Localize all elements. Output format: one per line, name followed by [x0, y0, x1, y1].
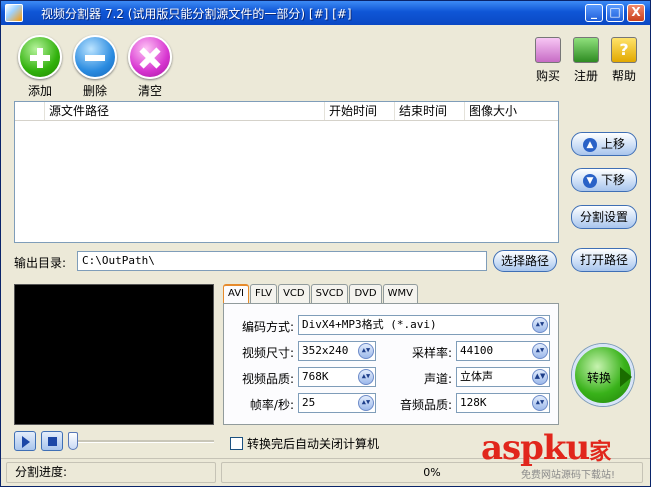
minimize-button[interactable]: _ [585, 4, 603, 22]
arrow-right-icon [620, 367, 632, 387]
auto-shutdown-label: 转换完后自动关闭计算机 [247, 437, 380, 451]
framerate-select[interactable]: 25 ▲▼ [298, 393, 376, 413]
help-label: 帮助 [611, 69, 636, 83]
app-icon [5, 4, 23, 22]
video-quality-select[interactable]: 768K ▲▼ [298, 367, 376, 387]
stop-icon [48, 437, 57, 446]
play-button[interactable] [14, 431, 36, 451]
tab-wmv[interactable]: WMV [382, 284, 418, 303]
tab-vcd[interactable]: VCD [278, 284, 310, 303]
tab-flv[interactable]: FLV [250, 284, 278, 303]
move-up-button[interactable]: ▲ 上移 [571, 132, 637, 156]
tab-dvd[interactable]: DVD [349, 284, 382, 303]
help-button[interactable]: ? 帮助 [607, 37, 641, 84]
dropdown-icon: ▲▼ [532, 369, 548, 385]
tab-svcd[interactable]: SVCD [310, 284, 349, 303]
auto-shutdown-checkbox[interactable]: 转换完后自动关闭计算机 [230, 435, 379, 452]
close-button[interactable]: X [627, 4, 645, 22]
encoding-label: 编码方式: [241, 320, 294, 334]
seek-slider-thumb[interactable] [68, 432, 78, 450]
maximize-button[interactable]: □ [606, 4, 624, 22]
convert-button[interactable]: 转换 [572, 344, 634, 406]
move-down-label: 下移 [600, 173, 625, 187]
video-preview [14, 284, 214, 425]
down-arrow-icon: ▼ [582, 173, 597, 188]
buy-button[interactable]: 购买 [531, 37, 565, 84]
delete-label: 删除 [82, 84, 107, 98]
column-header-size[interactable]: 图像大小 [465, 102, 535, 120]
plus-icon [18, 35, 62, 79]
column-header-end[interactable]: 结束时间 [395, 102, 465, 120]
video-size-label: 视频尺寸: [241, 346, 294, 360]
output-dir-label: 输出目录: [14, 256, 67, 270]
help-icon: ? [611, 37, 637, 63]
column-header-blank [15, 102, 45, 120]
column-header-source[interactable]: 源文件路径 [45, 102, 325, 120]
dropdown-icon: ▲▼ [532, 317, 548, 333]
column-header-start[interactable]: 开始时间 [325, 102, 395, 120]
watermark-brand-cn: 家 [589, 439, 611, 465]
open-path-button[interactable]: 打开路径 [571, 248, 637, 272]
move-up-label: 上移 [600, 137, 625, 151]
settings-panel: 编码方式: DivX4+MP3格式 (*.avi) ▲▼ 视频尺寸: 352x24… [223, 303, 559, 425]
buy-label: 购买 [535, 69, 560, 83]
register-button[interactable]: 注册 [569, 37, 603, 84]
register-label: 注册 [573, 69, 598, 83]
video-size-value: 352x240 [302, 344, 349, 357]
video-quality-label: 视频品质: [241, 372, 294, 386]
dropdown-icon: ▲▼ [532, 395, 548, 411]
checkbox-box[interactable] [230, 437, 243, 450]
dropdown-icon: ▲▼ [358, 395, 374, 411]
window-title: 视频分割器 7.2 (试用版只能分割源文件的一部分) [#] [#] [41, 6, 352, 21]
channel-label: 声道: [423, 372, 452, 386]
add-label: 添加 [27, 84, 52, 98]
sample-rate-select[interactable]: 44100 ▲▼ [456, 341, 550, 361]
audio-quality-label: 音频品质: [399, 398, 452, 412]
watermark-brand: aspku [481, 428, 590, 468]
sample-rate-value: 44100 [460, 344, 494, 357]
move-down-button[interactable]: ▼ 下移 [571, 168, 637, 192]
encoding-select[interactable]: DivX4+MP3格式 (*.avi) ▲▼ [298, 315, 550, 335]
play-icon [22, 436, 30, 448]
cart-icon [535, 37, 561, 63]
file-list-header: 源文件路径 开始时间 结束时间 图像大小 [15, 102, 558, 121]
video-size-select[interactable]: 352x240 ▲▼ [298, 341, 376, 361]
delete-button[interactable]: 删除 [70, 35, 120, 99]
encoding-value: DivX4+MP3格式 (*.avi) [302, 318, 437, 331]
add-button[interactable]: 添加 [15, 35, 65, 99]
convert-label: 转换 [586, 371, 611, 385]
format-tabs: AVI FLV VCD SVCD DVD WMV [223, 284, 419, 304]
split-progress-label: 分割进度: [6, 462, 216, 483]
key-icon [573, 37, 599, 63]
watermark-subtitle: 免费网站源码下载站! [521, 470, 616, 481]
x-icon [128, 35, 172, 79]
channel-select[interactable]: 立体声 ▲▼ [456, 367, 550, 387]
dropdown-icon: ▲▼ [532, 343, 548, 359]
framerate-value: 25 [302, 396, 316, 409]
audio-quality-value: 128K [460, 396, 487, 409]
title-bar[interactable]: 视频分割器 7.2 (试用版只能分割源文件的一部分) [#] [#] _ □ X [1, 1, 650, 25]
file-list[interactable]: 源文件路径 开始时间 结束时间 图像大小 [14, 101, 559, 243]
clear-label: 清空 [137, 84, 162, 98]
minus-icon [73, 35, 117, 79]
stop-button[interactable] [41, 431, 63, 451]
clear-button[interactable]: 清空 [125, 35, 175, 99]
sample-rate-label: 采样率: [411, 346, 452, 360]
dropdown-icon: ▲▼ [358, 369, 374, 385]
up-arrow-icon: ▲ [582, 137, 597, 152]
framerate-label: 帧率/秒: [249, 398, 294, 412]
audio-quality-select[interactable]: 128K ▲▼ [456, 393, 550, 413]
seek-track[interactable] [71, 440, 214, 443]
output-dir-field[interactable]: C:\OutPath\ [77, 251, 487, 271]
channel-value: 立体声 [460, 370, 493, 383]
choose-path-button[interactable]: 选择路径 [493, 250, 557, 272]
main-window: 视频分割器 7.2 (试用版只能分割源文件的一部分) [#] [#] _ □ X… [0, 0, 651, 487]
dropdown-icon: ▲▼ [358, 343, 374, 359]
tab-avi[interactable]: AVI [223, 284, 249, 304]
split-settings-button[interactable]: 分割设置 [571, 205, 637, 229]
video-quality-value: 768K [302, 370, 329, 383]
watermark-logo: aspku家 [481, 428, 611, 469]
